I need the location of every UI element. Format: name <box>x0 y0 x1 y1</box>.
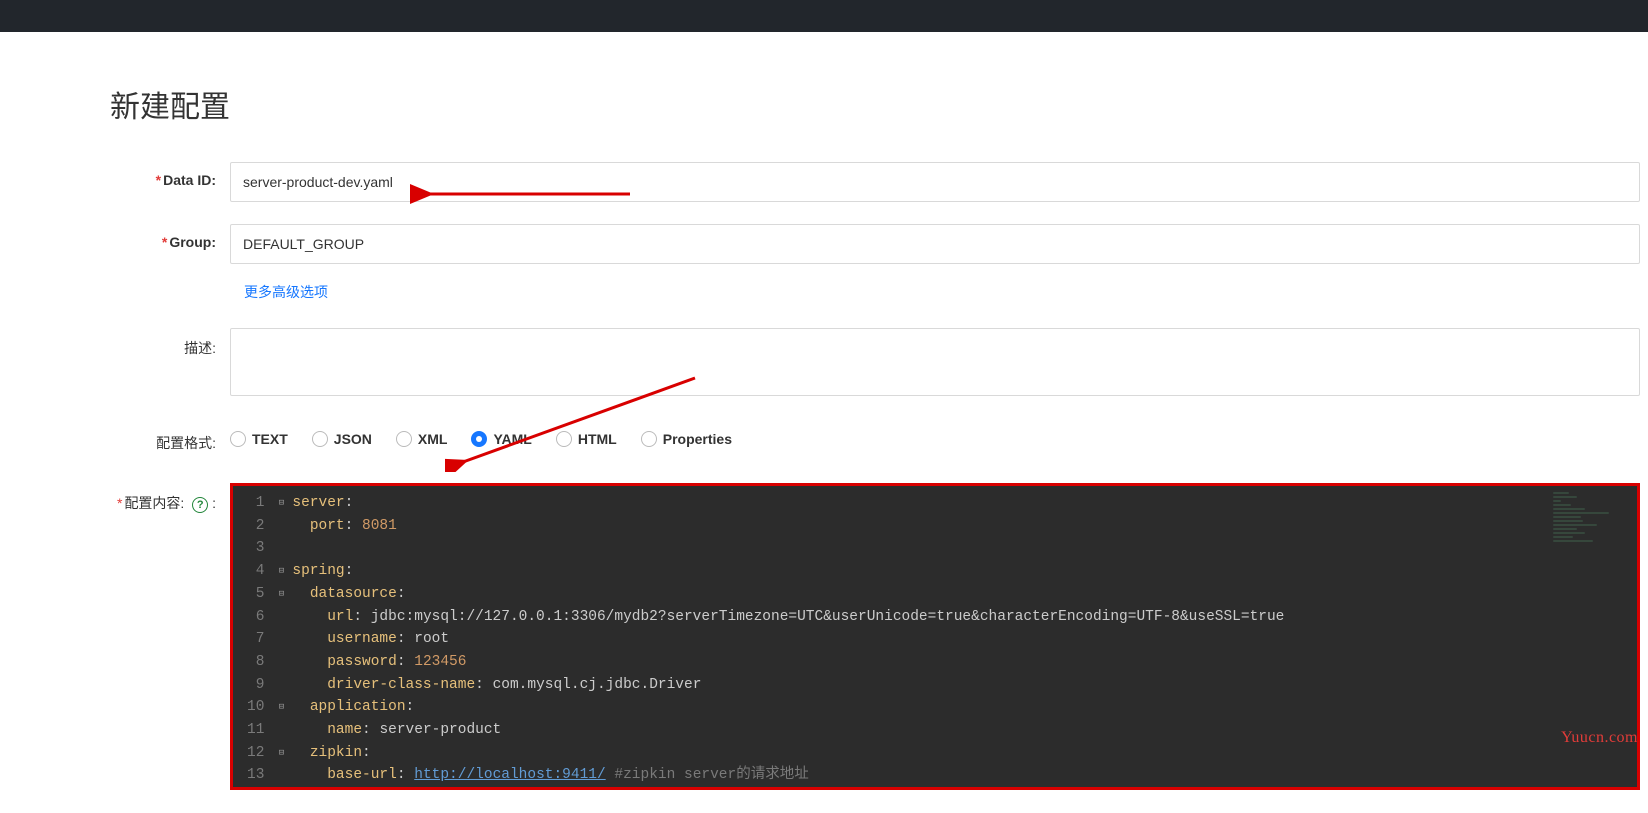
format-radio-properties[interactable]: Properties <box>641 431 732 447</box>
radio-circle-icon <box>312 431 328 447</box>
group-input[interactable] <box>230 224 1640 264</box>
required-mark: * <box>156 172 161 188</box>
editor-fold-column: ⊟ ⊟⊟ ⊟ ⊟ <box>274 492 288 787</box>
description-input[interactable] <box>230 328 1640 396</box>
row-description: 描述: <box>110 328 1648 401</box>
data-id-input[interactable] <box>230 162 1640 202</box>
help-icon[interactable]: ? <box>192 497 208 513</box>
label-content: *配置内容: ? : <box>110 483 230 513</box>
editor-gutter: 12345678910111213 <box>233 492 274 787</box>
page-title: 新建配置 <box>110 82 1648 126</box>
required-mark: * <box>162 234 167 250</box>
format-radio-group: TEXT JSON XML YAML HTML Properties <box>230 423 1648 447</box>
page-body: 新建配置 *Data ID: *Group: 更多高级选项 描述: 配置格式: … <box>0 82 1648 790</box>
radio-circle-icon <box>471 431 487 447</box>
radio-label: XML <box>418 431 448 447</box>
radio-label: JSON <box>334 431 372 447</box>
radio-circle-icon <box>641 431 657 447</box>
label-group: *Group: <box>110 224 230 250</box>
radio-label: TEXT <box>252 431 288 447</box>
radio-label: Properties <box>663 431 732 447</box>
row-content: *配置内容: ? : 12345678910111213 ⊟ ⊟⊟ ⊟ ⊟ se… <box>110 483 1648 790</box>
label-format: 配置格式: <box>110 423 230 453</box>
radio-circle-icon <box>556 431 572 447</box>
code-editor[interactable]: 12345678910111213 ⊟ ⊟⊟ ⊟ ⊟ server: port:… <box>230 483 1640 790</box>
editor-minimap <box>1553 492 1633 552</box>
row-group: *Group: <box>110 224 1648 264</box>
format-radio-html[interactable]: HTML <box>556 431 617 447</box>
radio-label: HTML <box>578 431 617 447</box>
top-bar <box>0 0 1648 32</box>
row-data-id: *Data ID: <box>110 162 1648 202</box>
watermark: Yuucn.com <box>1561 729 1638 747</box>
label-data-id: *Data ID: <box>110 162 230 188</box>
advanced-options-link[interactable]: 更多高级选项 <box>244 284 328 300</box>
radio-circle-icon <box>396 431 412 447</box>
format-radio-text[interactable]: TEXT <box>230 431 288 447</box>
format-radio-yaml[interactable]: YAML <box>471 431 531 447</box>
label-description: 描述: <box>110 328 230 358</box>
radio-label: YAML <box>493 431 531 447</box>
required-mark: * <box>117 495 122 511</box>
format-radio-xml[interactable]: XML <box>396 431 448 447</box>
editor-code[interactable]: server: port: 8081 spring: datasource: u… <box>288 492 1284 787</box>
radio-circle-icon <box>230 431 246 447</box>
format-radio-json[interactable]: JSON <box>312 431 372 447</box>
row-format: 配置格式: TEXT JSON XML YAML HTML Properties <box>110 423 1648 453</box>
